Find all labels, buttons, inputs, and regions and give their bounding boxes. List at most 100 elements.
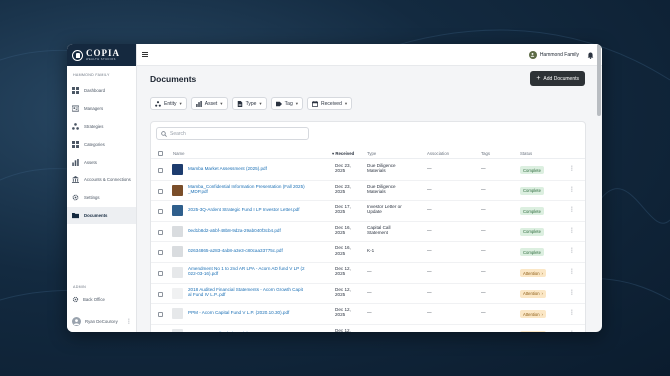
add-documents-button[interactable]: + Add Documents xyxy=(530,71,585,86)
column-type[interactable]: Type xyxy=(367,151,376,156)
status-label: Complete xyxy=(523,167,541,173)
column-name[interactable]: Name xyxy=(173,151,184,156)
column-association[interactable]: Association xyxy=(427,151,449,156)
sidebar-item-managers[interactable]: Managers xyxy=(67,100,136,118)
search-input[interactable]: Search xyxy=(156,127,309,140)
table-row[interactable]: Mamba_Confidential Information Presentat… xyxy=(151,181,585,202)
column-tags[interactable]: Tags xyxy=(481,151,490,156)
filter-asset[interactable]: Asset ▾ xyxy=(190,97,228,110)
document-thumbnail[interactable] xyxy=(172,164,183,175)
row-checkbox[interactable] xyxy=(158,188,163,194)
menu-toggle-icon[interactable] xyxy=(142,51,150,59)
status-badge[interactable]: Attention› xyxy=(520,269,546,277)
filter-label: Received xyxy=(321,100,342,107)
tag-icon xyxy=(275,101,282,106)
received-date-line: 2025 xyxy=(335,168,346,174)
sidebar-item-settings[interactable]: Settings xyxy=(67,189,136,207)
row-checkbox[interactable] xyxy=(158,229,163,235)
chevron-right-icon: › xyxy=(541,291,543,297)
entity-icon xyxy=(155,100,161,107)
row-checkbox[interactable] xyxy=(158,271,163,276)
document-thumbnail[interactable] xyxy=(172,225,183,237)
table-row[interactable]: Amendment No 1 to 2nd AR LPA - Acorn AD … xyxy=(151,263,585,284)
document-type-line: — xyxy=(367,289,372,295)
brand-logo[interactable]: COPIA WEALTH STUDIOS xyxy=(67,44,136,66)
document-thumbnail[interactable] xyxy=(172,267,183,278)
sidebar-item-label: Managers xyxy=(84,106,104,112)
scrollbar[interactable] xyxy=(597,44,601,116)
filter-type[interactable]: Type ▾ xyxy=(231,97,267,110)
row-actions-kebab-icon[interactable]: ⋮ xyxy=(569,310,575,316)
table-row[interactable]: 2024 Q1 Unaudited Financial Statements -… xyxy=(151,325,585,332)
sidebar-item-label: Settings xyxy=(84,195,100,201)
logo-mark-icon xyxy=(72,49,83,61)
association-value: — xyxy=(427,166,432,171)
row-checkbox[interactable] xyxy=(158,250,163,256)
document-name-link[interactable]: 02634865-a283-4ab8-a3e3-c80caa33775c.pdf xyxy=(188,248,324,253)
status-label: Complete xyxy=(523,229,541,235)
filter-tag[interactable]: Tag ▾ xyxy=(270,97,303,110)
document-name-link[interactable]: Mamba_Confidential Information Presentat… xyxy=(188,184,324,195)
document-name-link[interactable]: PPM - Acorn Capital Fund V L.P. (2020.10… xyxy=(188,310,324,315)
row-actions-kebab-icon[interactable]: ⋮ xyxy=(569,269,575,275)
row-actions-kebab-icon[interactable]: ⋮ xyxy=(569,228,575,234)
document-type-line: Materials xyxy=(367,188,386,194)
filter-received[interactable]: Received ▾ xyxy=(307,97,353,110)
filter-label: Asset xyxy=(204,100,218,107)
document-name-line: Mamba Market Assessment (2025).pdf xyxy=(188,166,267,171)
row-actions-kebab-icon[interactable]: ⋮ xyxy=(569,187,575,193)
row-actions-kebab-icon[interactable]: ⋮ xyxy=(569,331,575,332)
table-row[interactable]: Mamba Market Assessment (2025).pdf Dec 23… xyxy=(151,160,585,181)
document-name-link[interactable]: 2025-3Q-Ardent Strategic Fund I LP Inves… xyxy=(188,207,324,212)
bell-icon[interactable] xyxy=(587,46,594,64)
filter-entity[interactable]: Entity ▾ xyxy=(150,97,187,110)
document-name-link[interactable]: Amendment No 1 to 2nd AR LPA - Acorn AD … xyxy=(188,266,324,277)
row-actions-kebab-icon[interactable]: ⋮ xyxy=(569,166,575,172)
sidebar-item-documents[interactable]: Documents xyxy=(67,206,136,225)
sidebar-item-back-office[interactable]: Back Office xyxy=(72,296,105,303)
status-badge[interactable]: Attention› xyxy=(520,289,546,298)
row-checkbox[interactable] xyxy=(158,291,163,297)
column-status[interactable]: Status xyxy=(520,151,532,156)
row-checkbox[interactable] xyxy=(158,312,163,318)
document-name-link[interactable]: 2024 Q1 Unaudited Financial Statements -… xyxy=(188,331,324,332)
user-profile[interactable]: Ryan DeCourcey ⋮ xyxy=(72,317,132,326)
document-thumbnail[interactable] xyxy=(172,205,183,217)
document-name-link[interactable]: Mamba Market Assessment (2025).pdf xyxy=(188,166,324,171)
document-name-link[interactable]: 0ed1b8d2-a5bf-48b8-9d2a-29ab040f3cb4.pdf xyxy=(188,228,324,233)
family-switcher[interactable]: Hammond Family xyxy=(528,50,579,59)
document-name-link[interactable]: 2018 Audited Financial Statements - Acor… xyxy=(188,287,324,298)
status-badge[interactable]: Attention› xyxy=(520,330,546,332)
sidebar-item-label: Strategies xyxy=(84,123,104,129)
select-all-checkbox[interactable] xyxy=(158,151,163,156)
received-date-line: Dec 12, xyxy=(335,327,351,332)
table-header: Name ▾ Received Type Association Tags St… xyxy=(151,148,585,159)
document-name-line: 2025-3Q-Ardent Strategic Fund I LP Inves… xyxy=(188,207,300,213)
sidebar-item-assets[interactable]: Assets xyxy=(67,153,136,171)
row-actions-kebab-icon[interactable]: ⋮ xyxy=(569,290,575,296)
table-row[interactable]: PPM - Acorn Capital Fund V L.P. (2020.10… xyxy=(151,304,585,325)
sidebar-item-categories[interactable]: Categories xyxy=(67,135,136,153)
document-thumbnail[interactable] xyxy=(172,328,183,332)
status-badge[interactable]: Attention› xyxy=(520,310,546,319)
user-menu-kebab-icon[interactable]: ⋮ xyxy=(126,319,132,325)
document-thumbnail[interactable] xyxy=(172,287,183,299)
sidebar-item-strategies[interactable]: Strategies xyxy=(67,118,136,136)
table-row[interactable]: 02634865-a283-4ab8-a3e3-c80caa33775c.pdf… xyxy=(151,242,585,263)
tags-value: — xyxy=(481,331,486,332)
document-thumbnail[interactable] xyxy=(172,184,183,196)
document-thumbnail[interactable] xyxy=(172,246,183,258)
sidebar-item-dashboard[interactable]: Dashboard xyxy=(67,82,136,100)
row-actions-kebab-icon[interactable]: ⋮ xyxy=(569,207,575,213)
table-row[interactable]: 2018 Audited Financial Statements - Acor… xyxy=(151,284,585,305)
bank-icon xyxy=(72,176,79,184)
row-actions-kebab-icon[interactable]: ⋮ xyxy=(569,248,575,254)
tags-value: — xyxy=(481,269,486,274)
column-received[interactable]: ▾ Received xyxy=(332,151,354,157)
table-row[interactable]: 2025-3Q-Ardent Strategic Fund I LP Inves… xyxy=(151,201,585,222)
sidebar-item-accounts[interactable]: Accounts & Connections xyxy=(67,171,136,189)
document-thumbnail[interactable] xyxy=(172,308,183,320)
row-checkbox[interactable] xyxy=(158,168,163,173)
table-row[interactable]: 0ed1b8d2-a5bf-48b8-9d2a-29ab040f3cb4.pdf… xyxy=(151,222,585,243)
row-checkbox[interactable] xyxy=(158,209,163,215)
